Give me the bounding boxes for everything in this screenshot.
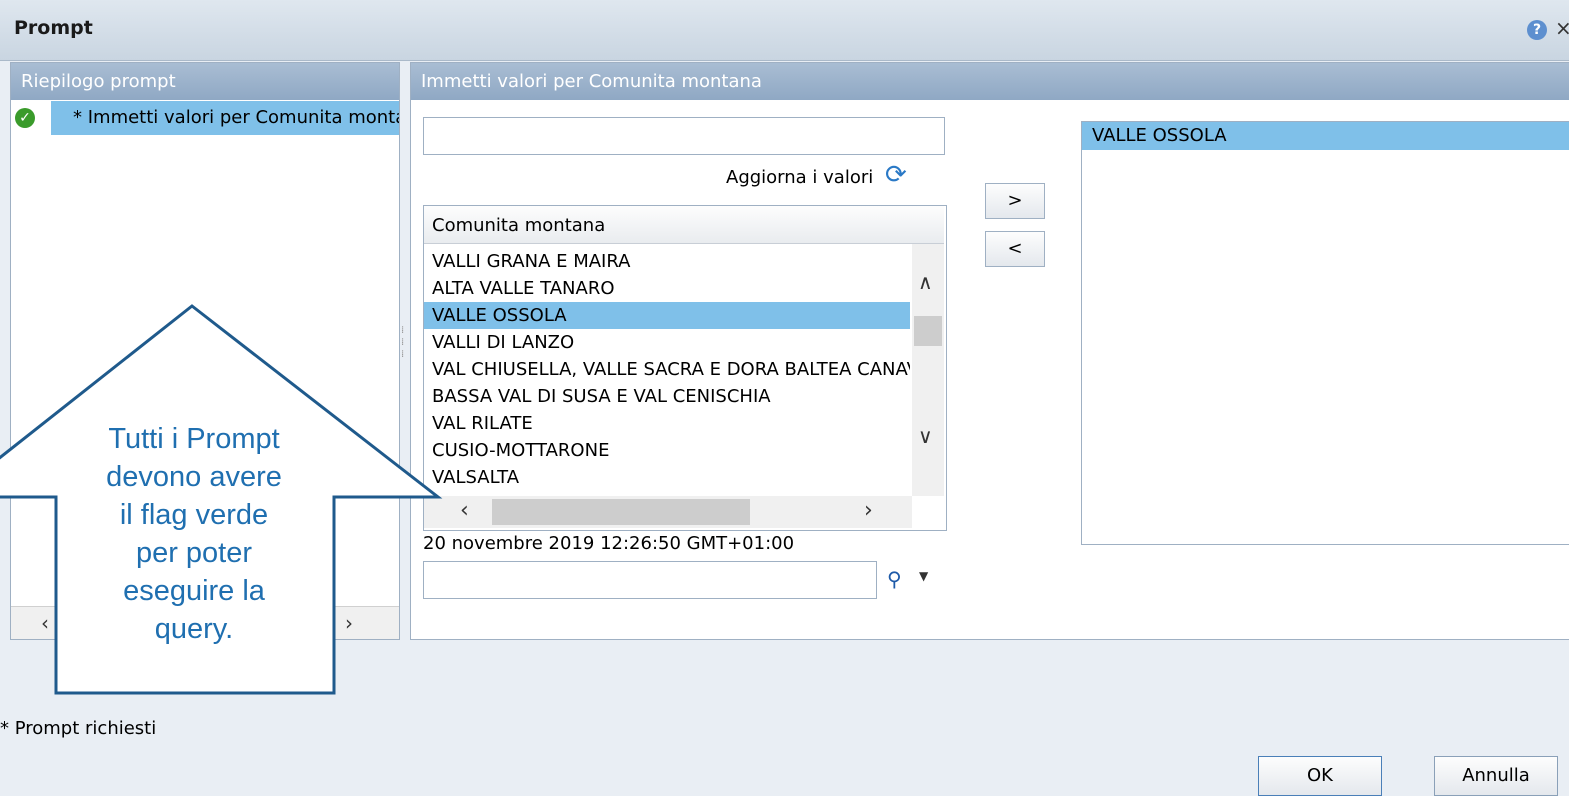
scroll-left-icon[interactable]: ‹ — [41, 611, 49, 635]
dialog-title-bar: Prompt ? × — [0, 0, 1569, 61]
list-item-selected[interactable]: VALLE OSSOLA — [424, 302, 910, 329]
refresh-values-link[interactable]: Aggiorna i valori — [726, 167, 873, 188]
callout-line: per poter — [135, 537, 253, 569]
values-list[interactable]: Comunita montana VALLI GRANA E MAIRA ALT… — [423, 205, 947, 531]
enter-values-panel: Immetti valori per Comunita montana Aggi… — [410, 62, 1569, 640]
list-item[interactable]: VAL CHIUSELLA, VALLE SACRA E DORA BALTEA… — [424, 356, 910, 383]
prompt-summary-label: * Immetti valori per Comunita montana — [73, 107, 399, 128]
list-item[interactable]: VALLI DI LANZO — [424, 329, 910, 356]
check-icon: ✓ — [15, 108, 35, 128]
list-item[interactable]: BASSA VAL DI SUSA E VAL CENISCHIA — [424, 383, 910, 410]
list-item[interactable]: VALSALTA — [424, 464, 910, 491]
dialog-title: Prompt — [14, 17, 93, 39]
list-horizontal-scrollbar[interactable]: ‹ › — [424, 496, 912, 528]
chevron-down-icon[interactable]: ▼ — [919, 569, 928, 583]
list-item[interactable]: VALLI GRANA E MAIRA — [424, 248, 910, 275]
binoculars-search-icon[interactable]: ⚲ — [887, 567, 902, 591]
last-refresh-timestamp: 20 novembre 2019 12:26:50 GMT+01:00 — [423, 533, 795, 554]
list-item[interactable]: VAL RILATE — [424, 410, 910, 437]
add-value-button[interactable]: > — [985, 183, 1045, 219]
cancel-button[interactable]: Annulla — [1434, 756, 1558, 796]
list-column-header[interactable]: Comunita montana — [424, 206, 944, 244]
horizontal-scroll-thumb[interactable] — [492, 499, 750, 525]
filter-input[interactable] — [423, 117, 945, 155]
scroll-up-icon[interactable]: ∧ — [918, 270, 933, 294]
callout-line: eseguire la — [123, 575, 265, 607]
close-icon[interactable]: × — [1555, 16, 1569, 40]
selected-values-list[interactable]: VALLE OSSOLA — [1081, 121, 1569, 545]
scroll-right-icon[interactable]: › — [864, 498, 873, 523]
scroll-left-icon[interactable]: ‹ — [460, 498, 469, 523]
list-item[interactable]: ALTA VALLE TANARO — [424, 275, 910, 302]
prompt-summary-header: Riepilogo prompt — [11, 63, 399, 100]
callout-line: query. — [154, 613, 234, 645]
callout-line: Tutti i Prompt — [108, 423, 280, 455]
splitter-grip[interactable]: ⁞ ⁞ ⁞ — [401, 325, 407, 375]
scroll-right-icon[interactable]: › — [345, 611, 353, 635]
remove-value-button[interactable]: < — [985, 231, 1045, 267]
callout-line: devono avere — [106, 461, 282, 493]
prompt-summary-item[interactable]: ✓ * Immetti valori per Comunita montana — [11, 101, 399, 135]
list-vertical-scrollbar[interactable]: ∧ ∨ — [912, 244, 944, 496]
selected-value-item[interactable]: VALLE OSSOLA — [1082, 122, 1569, 150]
scroll-down-icon[interactable]: ∨ — [918, 424, 933, 448]
help-icon[interactable]: ? — [1527, 20, 1547, 40]
callout-line: il flag verde — [119, 499, 269, 531]
list-item[interactable]: CUSIO-MOTTARONE — [424, 437, 910, 464]
vertical-scroll-thumb[interactable] — [914, 316, 942, 346]
search-input[interactable] — [423, 561, 877, 599]
callout-text: Tutti i Prompt devono avere il flag verd… — [56, 420, 332, 648]
required-prompts-note: * Prompt richiesti — [0, 718, 157, 739]
enter-values-header: Immetti valori per Comunita montana — [411, 63, 1569, 100]
ok-button[interactable]: OK — [1258, 756, 1382, 796]
refresh-icon[interactable]: ⟳ — [885, 161, 913, 189]
